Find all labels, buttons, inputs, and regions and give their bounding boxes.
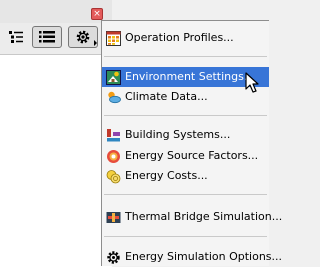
menu-separator: [104, 236, 267, 237]
menu-item-energy-costs[interactable]: Energy Costs...: [102, 166, 269, 186]
menu-item-thermal-bridge-simulation[interactable]: Thermal Bridge Simulation...: [102, 207, 282, 227]
building-systems-icon: [107, 129, 120, 142]
palette-toolbar: [0, 26, 112, 52]
mouse-cursor-icon: [245, 72, 259, 93]
options-menu: Operation Profiles... Environment Settin…: [101, 20, 282, 267]
tree-view-icon: [9, 31, 23, 43]
climate-icon: [108, 91, 121, 104]
menu-item-environment-settings[interactable]: Environment Settings...: [102, 67, 269, 87]
calendar-grid-icon: [106, 31, 121, 46]
palette-content: [0, 54, 112, 267]
gear-icon: [107, 251, 120, 264]
menu-item-label: Energy Source Factors...: [125, 149, 259, 162]
list-view-button[interactable]: [32, 26, 62, 48]
menu-item-label: Climate Data...: [125, 90, 208, 103]
menu-item-energy-simulation-options[interactable]: Energy Simulation Options...: [102, 247, 282, 267]
menu-item-operation-profiles[interactable]: Operation Profiles...: [102, 28, 269, 48]
menu-item-label: Operation Profiles...: [125, 31, 234, 44]
thermal-bridge-icon: [106, 212, 121, 223]
menu-item-label: Energy Costs...: [125, 169, 208, 182]
menu-item-building-systems[interactable]: Building Systems...: [102, 125, 269, 145]
list-view-icon: [39, 31, 55, 43]
close-icon[interactable]: ×: [91, 8, 103, 20]
gear-icon: [76, 30, 90, 44]
menu-item-label: Environment Settings...: [125, 70, 255, 83]
menu-separator: [104, 56, 267, 57]
coins-icon: [106, 170, 121, 184]
palette-panel: ×: [0, 0, 112, 267]
tree-view-button[interactable]: [4, 26, 28, 48]
dropdown-arrow-icon: [94, 40, 97, 46]
palette-titlebar: ×: [0, 0, 112, 23]
menu-item-label: Thermal Bridge Simulation...: [125, 210, 283, 223]
menu-separator: [104, 115, 267, 116]
menu-item-label: Building Systems...: [125, 128, 231, 141]
menu-item-climate-data[interactable]: Climate Data...: [102, 87, 269, 107]
menu-item-energy-source-factors[interactable]: Energy Source Factors...: [102, 146, 269, 166]
menu-separator: [104, 194, 267, 195]
energy-source-icon: [107, 150, 120, 163]
environment-icon: [106, 70, 121, 85]
menu-item-label: Energy Simulation Options...: [125, 250, 283, 263]
